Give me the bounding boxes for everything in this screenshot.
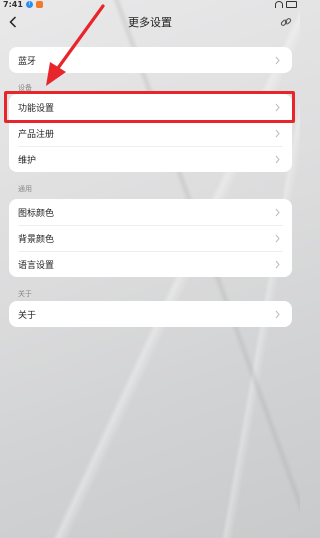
settings-group-device: 功能设置 产品注册 维护 <box>9 94 292 172</box>
row-background-color[interactable]: 背景颜色 <box>9 225 292 251</box>
row-label: 蓝牙 <box>18 56 37 67</box>
row-label: 功能设置 <box>18 103 55 114</box>
chevron-right-icon <box>275 207 283 217</box>
settings-group-bluetooth: 蓝牙 <box>9 47 292 73</box>
chevron-right-icon <box>275 128 283 138</box>
row-label: 语言设置 <box>18 260 55 271</box>
chevron-right-icon <box>275 309 283 319</box>
section-heading-about: 关于 <box>18 290 32 298</box>
app-notification-icon <box>35 1 43 8</box>
row-language-settings[interactable]: 语言设置 <box>9 251 292 277</box>
row-label: 背景颜色 <box>18 234 55 245</box>
battery-icon <box>286 1 297 8</box>
settings-group-about: 关于 <box>9 301 292 327</box>
row-bluetooth[interactable]: 蓝牙 <box>9 47 292 73</box>
chevron-right-icon <box>275 102 283 112</box>
row-label: 关于 <box>18 310 37 321</box>
page-title: 更多设置 <box>128 16 172 29</box>
settings-group-general: 图标颜色 背景颜色 语言设置 <box>9 199 292 277</box>
nav-bar: 更多设置 <box>0 9 300 35</box>
chevron-right-icon <box>275 154 283 164</box>
row-icon-color[interactable]: 图标颜色 <box>9 199 292 225</box>
chevron-right-icon <box>275 233 283 243</box>
status-time: 7:41 <box>3 0 23 9</box>
row-about[interactable]: 关于 <box>9 301 292 327</box>
chevron-right-icon <box>275 259 283 269</box>
row-label: 产品注册 <box>18 129 55 140</box>
chevron-right-icon <box>275 55 283 65</box>
row-maintenance[interactable]: 维护 <box>9 146 292 172</box>
info-icon: i <box>25 1 33 8</box>
back-arrow-icon[interactable] <box>4 13 22 31</box>
section-heading-general: 通用 <box>18 185 32 193</box>
row-label: 图标颜色 <box>18 208 55 219</box>
row-function-settings[interactable]: 功能设置 <box>9 94 292 120</box>
status-bar: 7:41 i <box>0 0 300 9</box>
row-label: 维护 <box>18 155 37 166</box>
row-product-registration[interactable]: 产品注册 <box>9 120 292 146</box>
link-icon[interactable] <box>278 14 294 30</box>
wifi-icon <box>275 1 283 8</box>
section-heading-device: 设备 <box>18 84 32 92</box>
